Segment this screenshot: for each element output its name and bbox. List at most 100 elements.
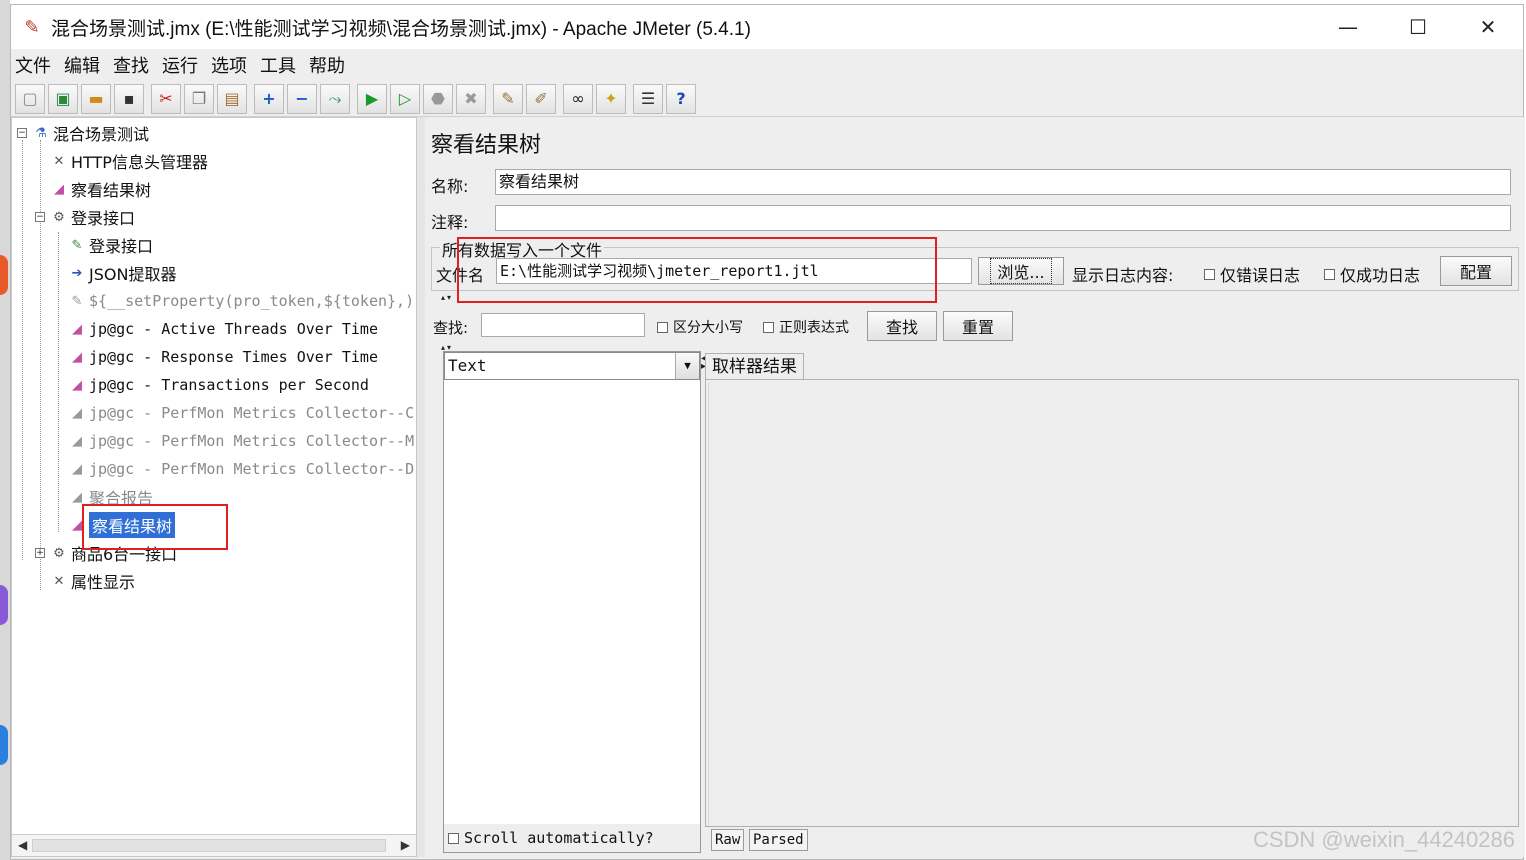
clear-all-icon[interactable]: ✐ [526, 83, 556, 114]
renderer-select-value: Text [448, 356, 487, 375]
view-results-tree-panel: 察看结果树 名称: 察看结果树 注释: 所有数据写入一个文件 文件名 E:\性能… [425, 117, 1525, 857]
help-icon[interactable]: ? [666, 83, 696, 114]
tree-item[interactable]: ◢ jp@gc - Response Times Over Time [68, 344, 378, 370]
new-icon[interactable]: ▢ [15, 83, 45, 114]
tree-item[interactable]: ⚙ 登录接口 [50, 204, 135, 230]
name-label: 名称: [431, 177, 469, 196]
chevron-down-icon[interactable]: ▼ [675, 353, 699, 379]
tree-item-label: ${__setProperty(pro_token,${token},) [89, 292, 415, 310]
menu-file[interactable]: 文件 [15, 52, 51, 78]
extractor-icon: ➔ [71, 265, 83, 281]
tree-item[interactable]: ◢ jp@gc - Active Threads Over Time [68, 316, 378, 342]
split-divider[interactable] [417, 117, 425, 857]
horizontal-scrollbar[interactable]: ◀ ▶ [12, 834, 416, 856]
tree-item[interactable]: ✎ ${__setProperty(pro_token,${token},) [68, 288, 415, 314]
tree-item[interactable]: ◢ jp@gc - PerfMon Metrics Collector--C [68, 400, 414, 426]
tab-parsed[interactable]: Parsed [749, 829, 808, 851]
cut-icon[interactable]: ✂ [151, 83, 181, 114]
errors-only-checkbox[interactable]: 仅错误日志 [1204, 262, 1300, 286]
templates-icon[interactable]: ▣ [48, 83, 78, 114]
tree-item[interactable]: ✎ 登录接口 [68, 232, 153, 258]
menu-run[interactable]: 运行 [162, 52, 198, 78]
tree-item[interactable]: ◢ 察看结果树 [50, 176, 151, 202]
listener-icon: ◢ [72, 377, 82, 393]
menu-edit[interactable]: 编辑 [64, 52, 100, 78]
close-button[interactable]: ✕ [1453, 5, 1523, 49]
tree-item-label: 登录接口 [71, 209, 136, 228]
tree-item-label: jp@gc - PerfMon Metrics Collector--C [89, 404, 415, 422]
result-text-area[interactable] [708, 382, 1516, 826]
tree-connector [58, 232, 59, 532]
tree-item[interactable]: ➔ JSON提取器 [68, 260, 177, 286]
watermark: CSDN @weixin_44240286 [1252, 827, 1515, 852]
menu-help[interactable]: 帮助 [309, 52, 345, 78]
highlight-box [82, 504, 228, 550]
collapse-icon[interactable]: − [287, 83, 317, 114]
paste-icon[interactable]: ▤ [217, 83, 247, 114]
function-helper-icon[interactable]: ☰ [633, 83, 663, 114]
configure-button[interactable]: 配置 [1440, 256, 1512, 286]
regex-checkbox[interactable]: 正则表达式 [763, 317, 849, 337]
reset-search-icon[interactable]: ✦ [596, 83, 626, 114]
scroll-automatically-checkbox[interactable]: Scroll automatically? [444, 824, 700, 852]
find-button[interactable]: 查找 [867, 311, 937, 341]
checkbox-box [657, 321, 668, 333]
search-label: 查找: [433, 319, 469, 337]
expand-icon[interactable]: + [254, 83, 284, 114]
renderer-select[interactable]: Text ▼ [444, 352, 700, 380]
config-icon: ✕ [53, 153, 65, 169]
splitter-handle[interactable]: ▴▾ [441, 293, 453, 302]
save-icon[interactable]: ▪ [114, 83, 144, 114]
scrollbar-thumb[interactable] [32, 839, 386, 852]
success-only-checkbox[interactable]: 仅成功日志 [1324, 262, 1420, 286]
scroll-right-icon[interactable]: ▶ [401, 838, 410, 852]
sampler-icon: ✎ [71, 237, 83, 253]
tree-item-label: jp@gc - Response Times Over Time [89, 348, 378, 366]
start-no-pause-icon[interactable]: ▷ [390, 83, 420, 114]
menu-tools[interactable]: 工具 [260, 52, 296, 78]
browse-button[interactable]: 浏览... [978, 257, 1064, 285]
case-sensitive-checkbox[interactable]: 区分大小写 [657, 317, 743, 337]
page-title: 察看结果树 [431, 133, 542, 158]
test-plan-tree: − − + ⚗ 混合场景测试 ✕ HTTP信息头管理器 ◢ 察看结果树 ⚙ 登录… [11, 117, 417, 857]
jmeter-window: ✎ 混合场景测试.jmx (E:\性能测试学习视频\混合场景测试.jmx) - … [10, 4, 1525, 860]
browse-button-label: 浏览... [990, 258, 1052, 284]
maximize-button[interactable]: ☐ [1383, 5, 1453, 49]
menu-search[interactable]: 查找 [113, 52, 149, 78]
collapse-toggle-icon[interactable]: − [17, 128, 27, 138]
open-icon[interactable]: ▬ [81, 83, 111, 114]
tab-sampler-result[interactable]: 取样器结果 [705, 353, 804, 379]
search-input[interactable] [481, 313, 645, 337]
tree-item[interactable]: ✕ 属性显示 [50, 568, 135, 594]
title-bar: ✎ 混合场景测试.jmx (E:\性能测试学习视频\混合场景测试.jmx) - … [11, 5, 1523, 49]
search-icon[interactable]: ∞ [563, 83, 593, 114]
stop-icon[interactable]: ⬣ [423, 83, 453, 114]
highlight-box [457, 237, 937, 303]
scroll-left-icon[interactable]: ◀ [18, 838, 27, 852]
comment-field[interactable] [495, 205, 1511, 231]
tree-item[interactable]: ⚗ 混合场景测试 [32, 120, 149, 146]
collapse-toggle-icon[interactable]: − [35, 212, 45, 222]
menu-options[interactable]: 选项 [211, 52, 247, 78]
tree-item-label: jp@gc - Transactions per Second [89, 376, 369, 394]
start-icon[interactable]: ▶ [357, 83, 387, 114]
name-field[interactable]: 察看结果树 [495, 169, 1511, 195]
listener-icon: ◢ [72, 405, 82, 421]
tree-item[interactable]: ◢ jp@gc - PerfMon Metrics Collector--M [68, 428, 414, 454]
tree-item[interactable]: ✕ HTTP信息头管理器 [50, 148, 208, 174]
clear-icon[interactable]: ✎ [493, 83, 523, 114]
tab-raw[interactable]: Raw [711, 829, 745, 851]
reset-button[interactable]: 重置 [943, 311, 1013, 341]
expand-toggle-icon[interactable]: + [35, 548, 45, 558]
tree-item-label: HTTP信息头管理器 [71, 153, 208, 172]
success-only-label: 仅成功日志 [1340, 266, 1421, 285]
tree-item[interactable]: ◢ jp@gc - Transactions per Second [68, 372, 369, 398]
menu-bar: 文件 编辑 查找 运行 选项 工具 帮助 [11, 49, 1523, 81]
toggle-icon[interactable]: ⤳ [320, 83, 350, 114]
shutdown-icon[interactable]: ✖ [456, 83, 486, 114]
tree-item-label: 登录接口 [89, 237, 154, 256]
minimize-button[interactable]: — [1313, 5, 1383, 49]
copy-icon[interactable]: ❐ [184, 83, 214, 114]
comment-label: 注释: [431, 213, 469, 232]
tree-item[interactable]: ◢ jp@gc - PerfMon Metrics Collector--D [68, 456, 414, 482]
